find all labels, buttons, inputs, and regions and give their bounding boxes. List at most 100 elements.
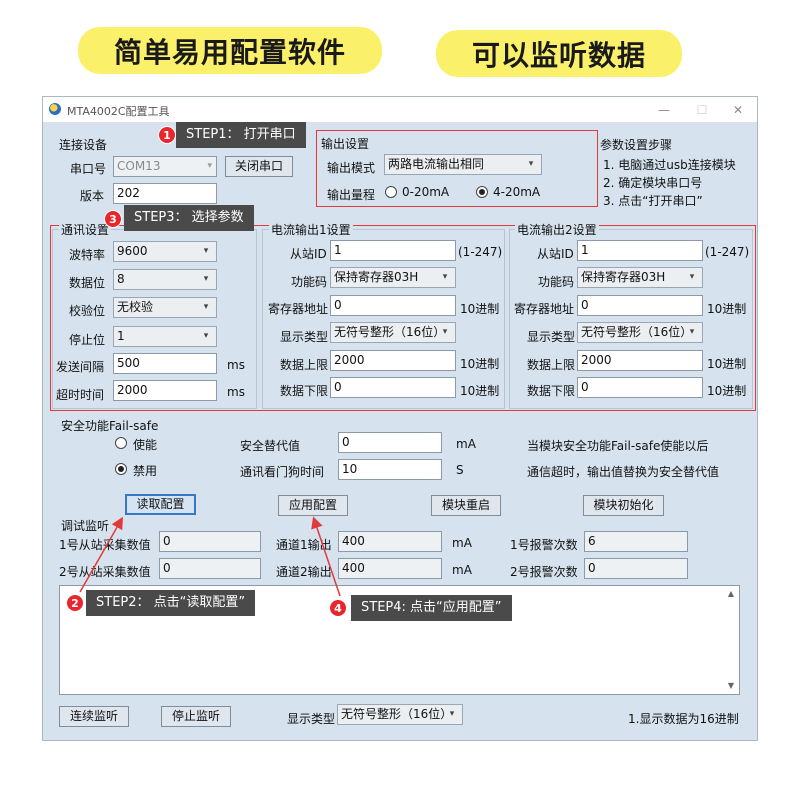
ch1-lower-unit: 10进制	[460, 384, 500, 398]
ch2-upper-field[interactable]: 2000	[577, 350, 703, 371]
stopbits-select[interactable]: 1 ▾	[113, 326, 217, 347]
stop-monitor-button[interactable]: 停止监听	[161, 706, 231, 727]
c1-unit: mA	[452, 536, 472, 550]
step-item: 2. 确定模块串口号	[603, 176, 703, 190]
chevron-down-icon: ▾	[689, 272, 695, 282]
safe-value-unit: mA	[456, 437, 476, 451]
ch2-reg-unit: 10进制	[707, 302, 747, 316]
ch1-lower-label: 数据下限	[280, 384, 329, 398]
version-field: 202	[113, 183, 217, 204]
timeout-field[interactable]: 2000	[113, 380, 217, 401]
failsafe-enable-label: 使能	[133, 438, 158, 452]
ch1-type-select[interactable]: 无符号整形（16位） ▾	[330, 322, 456, 343]
title-bar: MTA4002C配置工具 — ☐ ✕	[43, 97, 757, 123]
banner-left: 简单易用配置软件	[78, 27, 382, 74]
banner-right: 可以监听数据	[436, 30, 682, 77]
read-config-button[interactable]: 读取配置	[125, 494, 196, 515]
watchdog-unit: S	[456, 463, 464, 477]
ch1-upper-label: 数据上限	[280, 358, 329, 372]
watchdog-field[interactable]: 10	[338, 459, 442, 480]
a2-value-field: 0	[584, 558, 688, 579]
ch2-type-label: 显示类型	[527, 330, 576, 344]
c1-label: 通道1输出	[276, 538, 332, 552]
s1-label: 1号从站采集数值	[59, 538, 151, 552]
chevron-down-icon: ▾	[203, 331, 209, 341]
hex-note: 1.显示数据为16进制	[628, 712, 739, 726]
bottom-type-label: 显示类型	[287, 712, 336, 726]
range-0-20-label: 0-20mA	[402, 185, 450, 199]
step1-callout: STEP1： 打开串口	[176, 122, 306, 148]
ch1-func-select[interactable]: 保持寄存器03H ▾	[330, 267, 456, 288]
minimize-icon[interactable]: —	[653, 99, 675, 121]
module-reboot-button[interactable]: 模块重启	[431, 495, 501, 516]
step1-badge: 1	[158, 126, 176, 144]
baud-select[interactable]: 9600 ▾	[113, 241, 217, 262]
s2-label: 2号从站采集数值	[59, 565, 151, 579]
chevron-down-icon: ▾	[449, 709, 455, 719]
version-label: 版本	[80, 189, 105, 203]
continuous-monitor-button[interactable]: 连续监听	[59, 706, 129, 727]
range-4-20-radio[interactable]	[476, 186, 488, 198]
parity-select[interactable]: 无校验 ▾	[113, 297, 217, 318]
chevron-down-icon: ▾	[203, 302, 209, 312]
ch2-type-select[interactable]: 无符号整形（16位） ▾	[577, 322, 703, 343]
c1-value-field: 400	[338, 531, 442, 552]
failsafe-enable-radio[interactable]	[115, 437, 127, 449]
failsafe-title: 安全功能Fail-safe	[61, 419, 159, 433]
c2-label: 通道2输出	[276, 565, 332, 579]
ch2-reg-label: 寄存器地址	[514, 302, 575, 316]
chevron-down-icon: ▾	[528, 159, 534, 169]
close-port-button[interactable]: 关闭串口	[225, 156, 293, 177]
ch1-lower-field[interactable]: 0	[330, 377, 456, 398]
chevron-down-icon: ▾	[203, 246, 209, 256]
ch2-upper-unit: 10进制	[707, 357, 747, 371]
app-icon	[49, 103, 61, 115]
scroll-down-icon[interactable]: ▼	[724, 679, 738, 693]
bottom-type-select[interactable]: 无符号整形（16位） ▾	[337, 704, 463, 725]
ch2-group-title: 电流输出2设置	[515, 221, 599, 238]
ch2-lower-field[interactable]: 0	[577, 377, 703, 398]
ch2-reg-field[interactable]: 0	[577, 295, 703, 316]
failsafe-disable-label: 禁用	[133, 464, 158, 478]
watchdog-note: 通信超时，输出值替换为安全替代值	[527, 465, 720, 479]
ch2-slave-hint: (1-247)	[705, 245, 750, 259]
ch1-reg-unit: 10进制	[460, 302, 500, 316]
timeout-label: 超时时间	[56, 388, 105, 402]
ch2-slave-label: 从站ID	[537, 247, 574, 261]
timeout-unit: ms	[227, 385, 245, 399]
interval-label: 发送间隔	[56, 360, 105, 374]
ch1-slave-hint: (1-247)	[458, 245, 503, 259]
close-icon[interactable]: ✕	[727, 99, 749, 121]
range-0-20-radio[interactable]	[385, 186, 397, 198]
ch1-slave-field[interactable]: 1	[330, 240, 456, 261]
databits-select[interactable]: 8 ▾	[113, 269, 217, 290]
steps-title: 参数设置步骤	[600, 138, 673, 152]
maximize-icon[interactable]: ☐	[691, 99, 713, 121]
ch1-upper-unit: 10进制	[460, 357, 500, 371]
range-4-20-label: 4-20mA	[493, 185, 541, 199]
output-mode-select[interactable]: 两路电流输出相同 ▾	[384, 154, 542, 175]
step3-badge: 3	[104, 210, 122, 228]
ch2-slave-field[interactable]: 1	[577, 240, 703, 261]
ch2-func-select[interactable]: 保持寄存器03H ▾	[577, 267, 703, 288]
scroll-up-icon[interactable]: ▲	[724, 587, 738, 601]
failsafe-disable-radio[interactable]	[115, 463, 127, 475]
ch1-reg-field[interactable]: 0	[330, 295, 456, 316]
module-init-button[interactable]: 模块初始化	[583, 495, 664, 516]
ch1-upper-field[interactable]: 2000	[330, 350, 456, 371]
step2-callout: STEP2： 点击“读取配置”	[86, 590, 256, 616]
stopbits-label: 停止位	[69, 333, 106, 347]
ch2-lower-label: 数据下限	[527, 384, 576, 398]
interval-unit: ms	[227, 358, 245, 372]
port-select[interactable]: COM13 ▾	[113, 156, 217, 177]
watchdog-label: 通讯看门狗时间	[240, 465, 325, 479]
databits-label: 数据位	[69, 276, 106, 290]
port-label: 串口号	[70, 162, 107, 176]
ch2-upper-label: 数据上限	[527, 358, 576, 372]
safe-value-label: 安全替代值	[240, 439, 301, 453]
safe-value-field[interactable]: 0	[338, 432, 442, 453]
apply-config-button[interactable]: 应用配置	[278, 495, 348, 516]
step-item: 1. 电脑通过usb连接模块	[603, 158, 736, 172]
interval-field[interactable]: 500	[113, 353, 217, 374]
ch1-type-label: 显示类型	[280, 330, 329, 344]
